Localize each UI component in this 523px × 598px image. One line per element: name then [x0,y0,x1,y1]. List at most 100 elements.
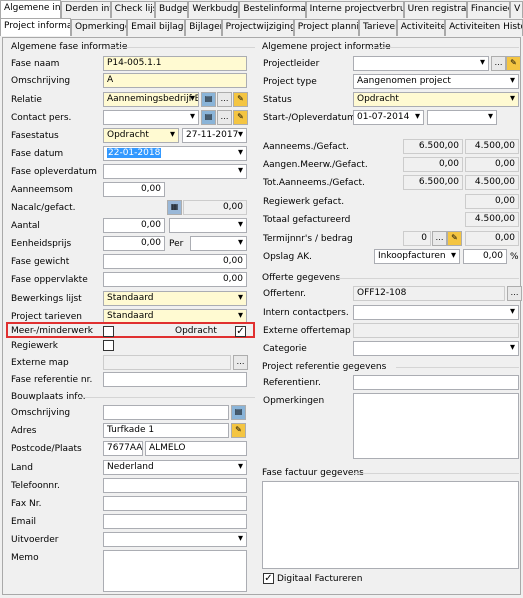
tab-activiteiten[interactable]: Activiteiten [396,19,446,36]
aantal-label: Aantal [11,221,40,231]
adres-input[interactable]: Turfkade 1 [103,423,229,438]
tab-email-bijlagen[interactable]: Email bijlagen [127,19,186,36]
omschrijving-input[interactable]: A [103,73,247,88]
tab-derden-info[interactable]: Derden info [61,1,111,18]
referentienr-input[interactable] [353,375,519,390]
card-icon[interactable]: ▤ [201,110,216,125]
palette-icon[interactable]: ✎ [231,423,246,438]
aanneems-label: Aanneems./Gefact. [263,142,350,152]
start-date[interactable]: 01-07-2014 [353,110,424,125]
memo-label: Memo [11,553,39,563]
tab-bijlagen[interactable]: Bijlagen [185,19,222,36]
tab-v[interactable]: V [510,1,523,18]
regiewerk-checkbox[interactable] [103,340,114,351]
totaal-label: Totaal gefactureerd [263,215,351,225]
more-button[interactable]: … [217,92,232,107]
more-button[interactable]: … [432,231,447,246]
divider [111,47,255,48]
categorie-select[interactable] [353,341,519,356]
fax-input[interactable] [103,496,247,511]
aanneems-b: 4.500,00 [465,139,519,154]
bouwplaats-header: Bouwplaats info. [11,392,86,402]
fase-ref-input[interactable] [103,372,247,387]
intern-label: Intern contactpers. [263,308,349,318]
card-icon[interactable]: ▤ [201,92,216,107]
fase-gewicht-input[interactable]: 0,00 [103,254,247,269]
uitvoerder-select[interactable] [103,532,247,547]
tab-project-informatie[interactable]: Project informatie [0,18,71,36]
per-select[interactable] [190,236,247,251]
palette-icon[interactable]: ✎ [233,110,248,125]
fase-oppervlakte-input[interactable]: 0,00 [103,272,247,287]
contact-label: Contact pers. [11,113,72,123]
new-icon[interactable]: ✎ [506,56,521,71]
tab-werkbudget[interactable]: Werkbudget [188,1,240,18]
externe-offerte-input [353,323,519,338]
tab-algemene-info[interactable]: Algemene info. [0,0,62,18]
tab-opmerkingen[interactable]: Opmerkingen [70,19,128,36]
relatie-select[interactable]: Aannemingsbedrijf Ben [103,92,199,107]
tab-interne-projectverbruiken[interactable]: Interne projectverbruiken [305,1,404,18]
project-type-label: Project type [263,77,317,87]
project-type-select[interactable]: Aangenomen project [353,74,519,89]
fase-naam-input[interactable]: P14-005.1.1 [103,56,247,71]
fase-datum-input[interactable]: 22-01-2018 [103,146,247,161]
tab-projectwijzigingen[interactable]: Projectwijzigingen [221,19,294,36]
calculator-icon[interactable]: ▦ [167,200,182,215]
browse-button[interactable]: … [233,355,248,370]
tab-budget[interactable]: Budget [154,1,189,18]
browse-button[interactable]: … [507,286,522,301]
meerminder-checkbox[interactable] [103,326,114,337]
termijn-label: Termijnnr's / bedrag [263,234,353,244]
meerminder-label: Meer-/minderwerk [11,326,93,336]
land-select[interactable]: Nederland [103,460,247,475]
bewerkings-select[interactable]: Standaard [103,291,247,306]
opmerkingen-textarea[interactable] [353,393,519,459]
postcode-input[interactable]: 7677AA [103,441,143,456]
nacalc-label: Nacalc/gefact. [11,203,76,213]
aanneemsom-input[interactable]: 0,00 [103,182,165,197]
opslag-select[interactable]: Inkoopfacturen [374,249,460,264]
fase-oppervlakte-label: Fase oppervlakte [11,275,88,285]
tab-financieel[interactable]: Financieel [466,1,511,18]
more-button[interactable]: … [217,110,232,125]
opdracht-checkbox[interactable]: ✓ [235,326,246,337]
status-select[interactable]: Opdracht [353,92,519,107]
fasestatus-select[interactable]: Opdracht [103,128,179,143]
new-icon[interactable]: ✎ [447,231,462,246]
tab-uren-registratie[interactable]: Uren registratie [403,1,467,18]
memo-textarea[interactable] [103,550,247,592]
contact-select[interactable] [103,110,199,125]
aantal-input[interactable]: 0,00 [103,218,165,233]
tab-project-planning[interactable]: Project planning [293,19,359,36]
plaats-input[interactable]: ALMELO [145,441,247,456]
opslag-pct[interactable]: 0,00 [463,249,507,264]
projectleider-select[interactable] [353,56,489,71]
oplever-date[interactable] [427,110,497,125]
palette-icon[interactable]: ✎ [233,92,248,107]
externe-map-input[interactable] [103,355,231,370]
tab-tarieven[interactable]: Tarieven [358,19,397,36]
eenheidsprijs-input[interactable]: 0,00 [103,236,165,251]
tab-activiteiten-historie[interactable]: Activiteiten Historie [445,19,523,36]
tab-check-lijst[interactable]: Check lijst [110,1,155,18]
factuur-textarea[interactable] [262,481,519,569]
digitaal-checkbox[interactable]: ✓ [263,573,274,584]
telefoon-input[interactable] [103,478,247,493]
offerte-header: Offerte gegevens [262,273,341,283]
fase-oplever-input[interactable] [103,164,247,179]
email-input[interactable] [103,514,247,529]
intern-select[interactable] [353,305,519,320]
start-label: Start-/Opleverdatum [263,113,356,123]
projectleider-label: Projectleider [263,59,320,69]
contact-card-icon[interactable]: ▤ [231,405,246,420]
aangen-b: 0,00 [465,157,519,172]
fasestatus-date[interactable]: 27-11-2017 [182,128,247,143]
tab-bestelinformatie[interactable]: Bestelinformatie [239,1,306,18]
b-omschrijving-input[interactable] [103,405,229,420]
aantal-unit-select[interactable] [169,218,247,233]
more-button[interactable]: … [491,56,506,71]
regiewerk-label: Regiewerk [11,341,58,351]
referentienr-label: Referentienr. [263,378,321,388]
fase-datum-value: 22-01-2018 [107,148,162,158]
